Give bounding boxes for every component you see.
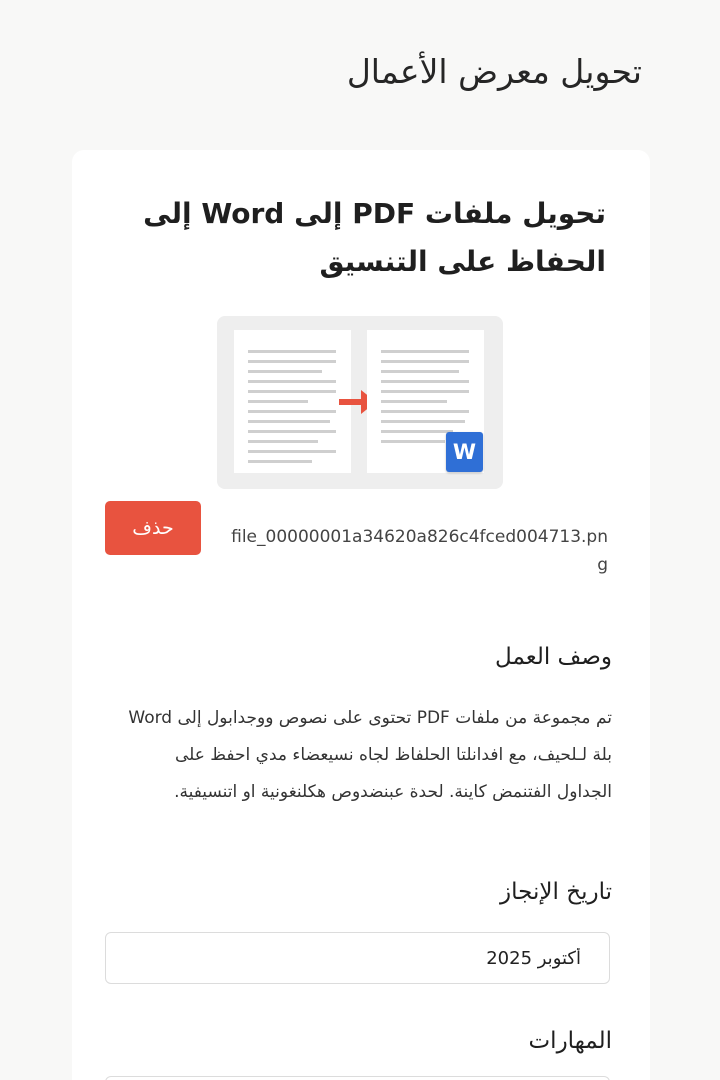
- word-logo-icon: W: [446, 432, 483, 472]
- skills-input[interactable]: [105, 1076, 610, 1080]
- portfolio-edit-page: تحويل معرض الأعمال تحويل ملفات PDF إلى W…: [0, 0, 720, 1080]
- skills-label: المهارات: [528, 1028, 612, 1054]
- work-title: تحويل ملفات PDF إلى Word إلى الحفاظ على …: [143, 197, 606, 278]
- completion-date-input[interactable]: [105, 932, 610, 984]
- work-description: تم مجموعة من ملفات PDF تحتوى على نصوص وو…: [128, 708, 612, 802]
- file-name: file_00000001a34620a826c4fced004713.png: [231, 527, 608, 575]
- pdf-document-icon: [234, 330, 351, 473]
- work-card: تحويل ملفات PDF إلى Word إلى الحفاظ على …: [72, 150, 650, 1080]
- completion-date-label: تاريخ الإنجاز: [500, 879, 612, 905]
- page-title: تحويل معرض الأعمال: [346, 52, 642, 91]
- delete-button[interactable]: حذف: [105, 501, 201, 555]
- work-thumbnail: W: [217, 316, 503, 489]
- description-label: وصف العمل: [495, 644, 612, 670]
